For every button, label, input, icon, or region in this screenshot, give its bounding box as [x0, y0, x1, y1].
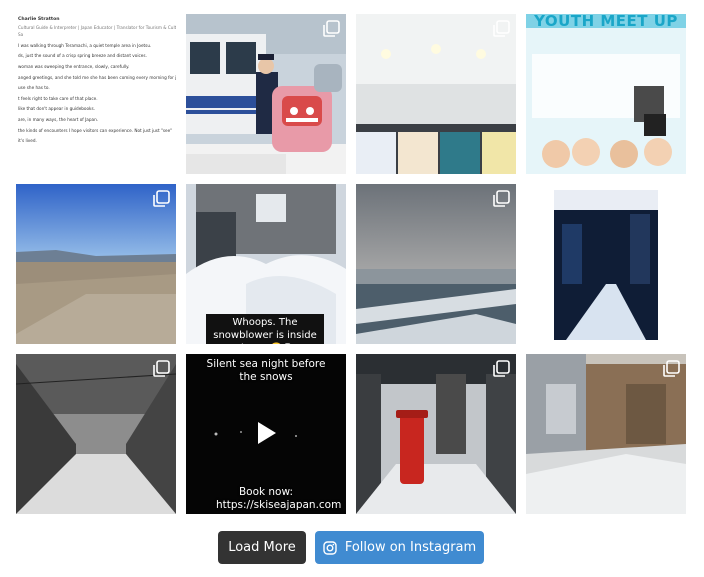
- poster-title: YOUTH MEET UP: [534, 14, 678, 30]
- post-tile-snowblower[interactable]: Whoops. The snowblower is inside there. …: [186, 184, 346, 344]
- post-tile-snowy-alley-night[interactable]: [526, 184, 686, 344]
- post-tile-text-document[interactable]: Charlie Stratton Cultural Guide & Interp…: [16, 14, 176, 174]
- multiple-images-icon: [492, 20, 510, 38]
- post-tile-coast-dusk[interactable]: [356, 184, 516, 344]
- post-tile-youth-meetup-poster[interactable]: YOUTH MEET UP: [526, 14, 686, 174]
- doc-line: use she has to.: [18, 85, 50, 91]
- post-tile-red-postbox[interactable]: [356, 354, 516, 514]
- snowy-street-image: [16, 354, 176, 514]
- post-tile-train-mascot[interactable]: [186, 14, 346, 174]
- doc-line: ds, just the sound of a crisp spring bre…: [18, 53, 147, 59]
- post-tile-video-silent-sea[interactable]: Silent sea night before the snows Book n…: [186, 354, 346, 514]
- doc-line: are, in many ways, the heart of Japan.: [18, 116, 99, 122]
- multiple-images-icon: [492, 190, 510, 208]
- coast-dusk-image: [356, 184, 516, 344]
- doc-line: woman was sweeping the entrance, slowly,…: [18, 63, 130, 69]
- follow-label: Follow on Instagram: [344, 540, 477, 555]
- station-interior-image: [356, 14, 516, 174]
- doc-line: t feels right to take care of that place…: [18, 95, 98, 101]
- doc-line: the kinds of encounters I hope visitors …: [18, 127, 173, 133]
- doc-line: it's lived.: [18, 138, 37, 144]
- load-more-label: Load More: [228, 540, 296, 555]
- multiple-images-icon: [152, 360, 170, 378]
- snowy-alley-night-image: [526, 184, 686, 344]
- train-mascot-image: [186, 14, 346, 174]
- instagram-icon: [323, 540, 337, 555]
- multiple-images-icon: [662, 360, 680, 378]
- play-icon[interactable]: [256, 420, 278, 450]
- doc-author: Charlie Stratton: [18, 17, 60, 22]
- multiple-images-icon: [322, 20, 340, 38]
- multiple-images-icon: [152, 190, 170, 208]
- poster-background: [526, 14, 686, 174]
- doc-subtitle: Cultural Guide & Interpreter | Japan Edu…: [18, 24, 176, 30]
- doc-line: like that don't appear in guidebooks.: [18, 106, 95, 112]
- doc-subtitle-2: Sa: [18, 32, 24, 38]
- beach-image: [16, 184, 176, 344]
- doc-line: I was walking through Teramachi, a quiet…: [18, 42, 152, 48]
- snowblower-caption: Whoops. The snowblower is inside there. …: [206, 314, 324, 344]
- snowy-houses-image: [526, 354, 686, 514]
- follow-on-instagram-button[interactable]: Follow on Instagram: [315, 531, 484, 564]
- red-postbox-image: [356, 354, 516, 514]
- multiple-images-icon: [492, 360, 510, 378]
- doc-line: anged greetings, and she told me she has…: [18, 74, 176, 80]
- video-bottom-text: Book now: https://skiseajapan.com: [216, 486, 342, 511]
- post-tile-station-interior[interactable]: [356, 14, 516, 174]
- video-top-text: Silent sea night before the snows: [206, 358, 326, 383]
- load-more-button[interactable]: Load More: [218, 531, 306, 564]
- post-tile-snowy-houses[interactable]: [526, 354, 686, 514]
- post-tile-snowy-street-bw[interactable]: [16, 354, 176, 514]
- post-tile-beach[interactable]: [16, 184, 176, 344]
